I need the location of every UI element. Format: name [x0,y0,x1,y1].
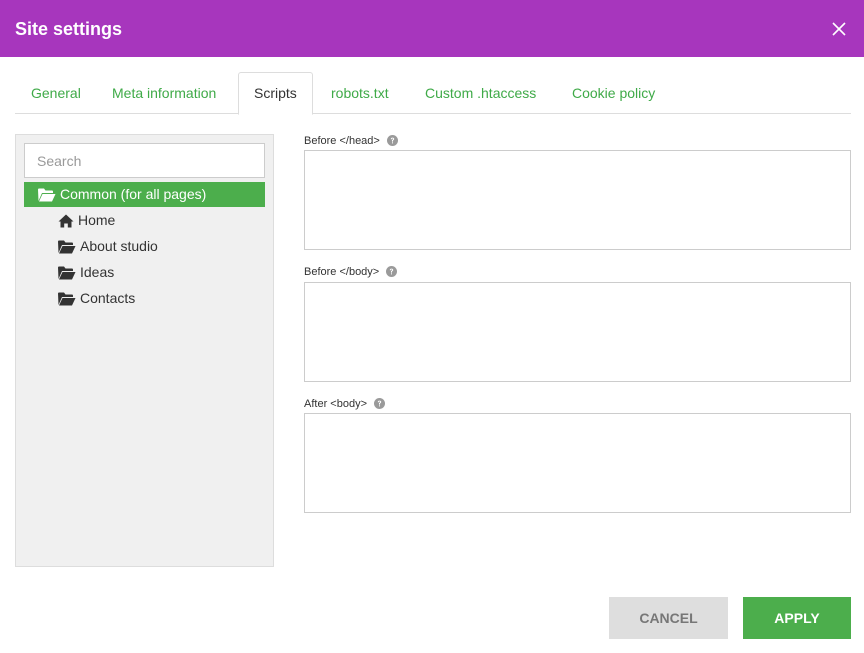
tab-scripts[interactable]: Scripts [238,72,313,115]
cancel-button[interactable]: CANCEL [609,597,728,639]
folder-open-icon [38,188,56,202]
tree-item-ideas[interactable]: Ideas [58,260,258,285]
close-icon[interactable] [832,22,846,36]
tree-item-label: Home [78,212,116,228]
field-label-text: Before </head> [304,135,380,147]
tab-cookie-policy[interactable]: Cookie policy [556,72,671,114]
tree-item-label: Contacts [80,290,136,306]
tree-item-label: About studio [80,238,158,254]
tree-item-about-studio[interactable]: About studio [58,234,258,259]
help-icon[interactable] [374,398,385,409]
help-icon[interactable] [386,135,398,146]
tab-robots-txt[interactable]: robots.txt [315,72,405,114]
search-input[interactable] [24,143,265,178]
after-body-textarea[interactable] [304,413,851,513]
folder-open-icon [58,292,76,306]
dialog-title: Site settings [15,19,123,39]
folder-open-icon [58,266,76,280]
dialog-header: Site settings [0,0,864,57]
tab-general[interactable]: General [15,72,97,114]
before-head-label: Before </head> [304,134,398,148]
tree-item-label: Common (for all pages) [60,186,207,202]
tree-item-home[interactable]: Home [58,208,258,233]
tab-custom-htaccess[interactable]: Custom .htaccess [409,72,552,114]
folder-open-icon [58,240,76,254]
after-body-label: After <body> [304,397,385,411]
apply-button[interactable]: APPLY [743,597,851,639]
settings-tabs: General Meta information Scripts robots.… [15,72,851,115]
tab-meta-information[interactable]: Meta information [96,72,232,114]
field-label-text: After <body> [304,398,367,410]
field-label-text: Before </body> [304,266,380,278]
page-tree-panel: Common (for all pages) Home About studio… [15,134,274,567]
before-head-textarea[interactable] [304,150,851,250]
before-body-label: Before </body> [304,265,398,279]
before-body-textarea[interactable] [304,282,851,382]
tree-item-contacts[interactable]: Contacts [58,286,258,311]
tree-item-label: Ideas [80,264,115,280]
help-icon[interactable] [386,266,398,277]
tree-item-common[interactable]: Common (for all pages) [24,182,265,207]
home-icon [58,214,74,228]
